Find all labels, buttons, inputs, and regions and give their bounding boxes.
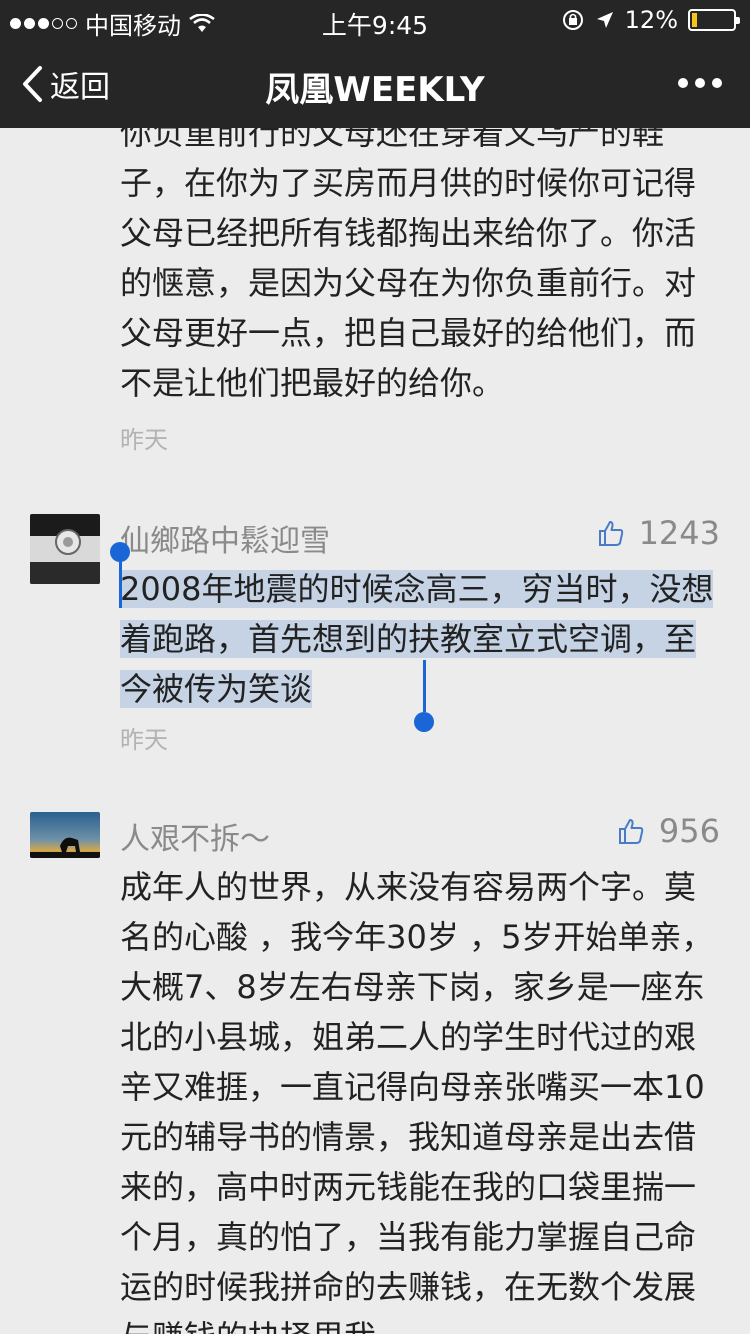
- more-dot-icon: [695, 78, 705, 88]
- more-button[interactable]: [678, 78, 722, 88]
- like-count: 1243: [638, 514, 720, 552]
- comment-text: 你负重前行的父母还在穿着义乌产的鞋子，在你为了买房而月供的时候你可记得父母已经把…: [120, 128, 697, 402]
- selection-end-knob[interactable]: [414, 712, 434, 732]
- selection-start-handle[interactable]: [119, 556, 122, 608]
- nav-bar: 返回 凤凰WEEKLY: [0, 40, 750, 128]
- comment-author[interactable]: 人艰不拆～: [120, 814, 270, 858]
- rotation-lock-icon: [562, 10, 583, 30]
- comment-author[interactable]: 仙鄉路中鬆迎雪: [120, 516, 330, 560]
- like-button[interactable]: 1243: [597, 514, 720, 552]
- selection-start-knob[interactable]: [110, 542, 130, 562]
- comment-date: 昨天: [120, 426, 168, 454]
- comment-text[interactable]: 成年人的世界，从来没有容易两个字。莫名的心酸 ，我今年30岁 ，5岁开始单亲，大…: [120, 862, 720, 1334]
- status-right: 12%: [561, 6, 740, 34]
- battery-percent: 12%: [624, 6, 678, 34]
- more-dot-icon: [678, 78, 688, 88]
- selection-end-handle[interactable]: [423, 660, 426, 712]
- selected-text[interactable]: 2008年地震的时候念高三，穷当时，没想着跑路，首先想到的扶教室立式空调，至今被…: [120, 570, 714, 708]
- more-dot-icon: [712, 78, 722, 88]
- like-button[interactable]: 956: [617, 812, 720, 850]
- battery-icon: [688, 9, 740, 31]
- page-title: 凤凰WEEKLY: [265, 70, 485, 110]
- thumbs-up-icon: [598, 521, 623, 546]
- thumbs-up-icon: [618, 819, 644, 844]
- location-arrow-icon: [596, 12, 613, 28]
- avatar[interactable]: [30, 514, 100, 584]
- comment-date: 昨天: [120, 726, 168, 754]
- status-bar: 中国移动 上午9:45 12%: [0, 0, 750, 40]
- avatar[interactable]: [30, 812, 100, 858]
- comments-list[interactable]: 你负重前行的父母还在穿着义乌产的鞋子，在你为了买房而月供的时候你可记得父母已经把…: [0, 128, 750, 1334]
- like-count: 956: [658, 812, 720, 850]
- comment-text[interactable]: 2008年地震的时候念高三，穷当时，没想着跑路，首先想到的扶教室立式空调，至今被…: [120, 564, 720, 714]
